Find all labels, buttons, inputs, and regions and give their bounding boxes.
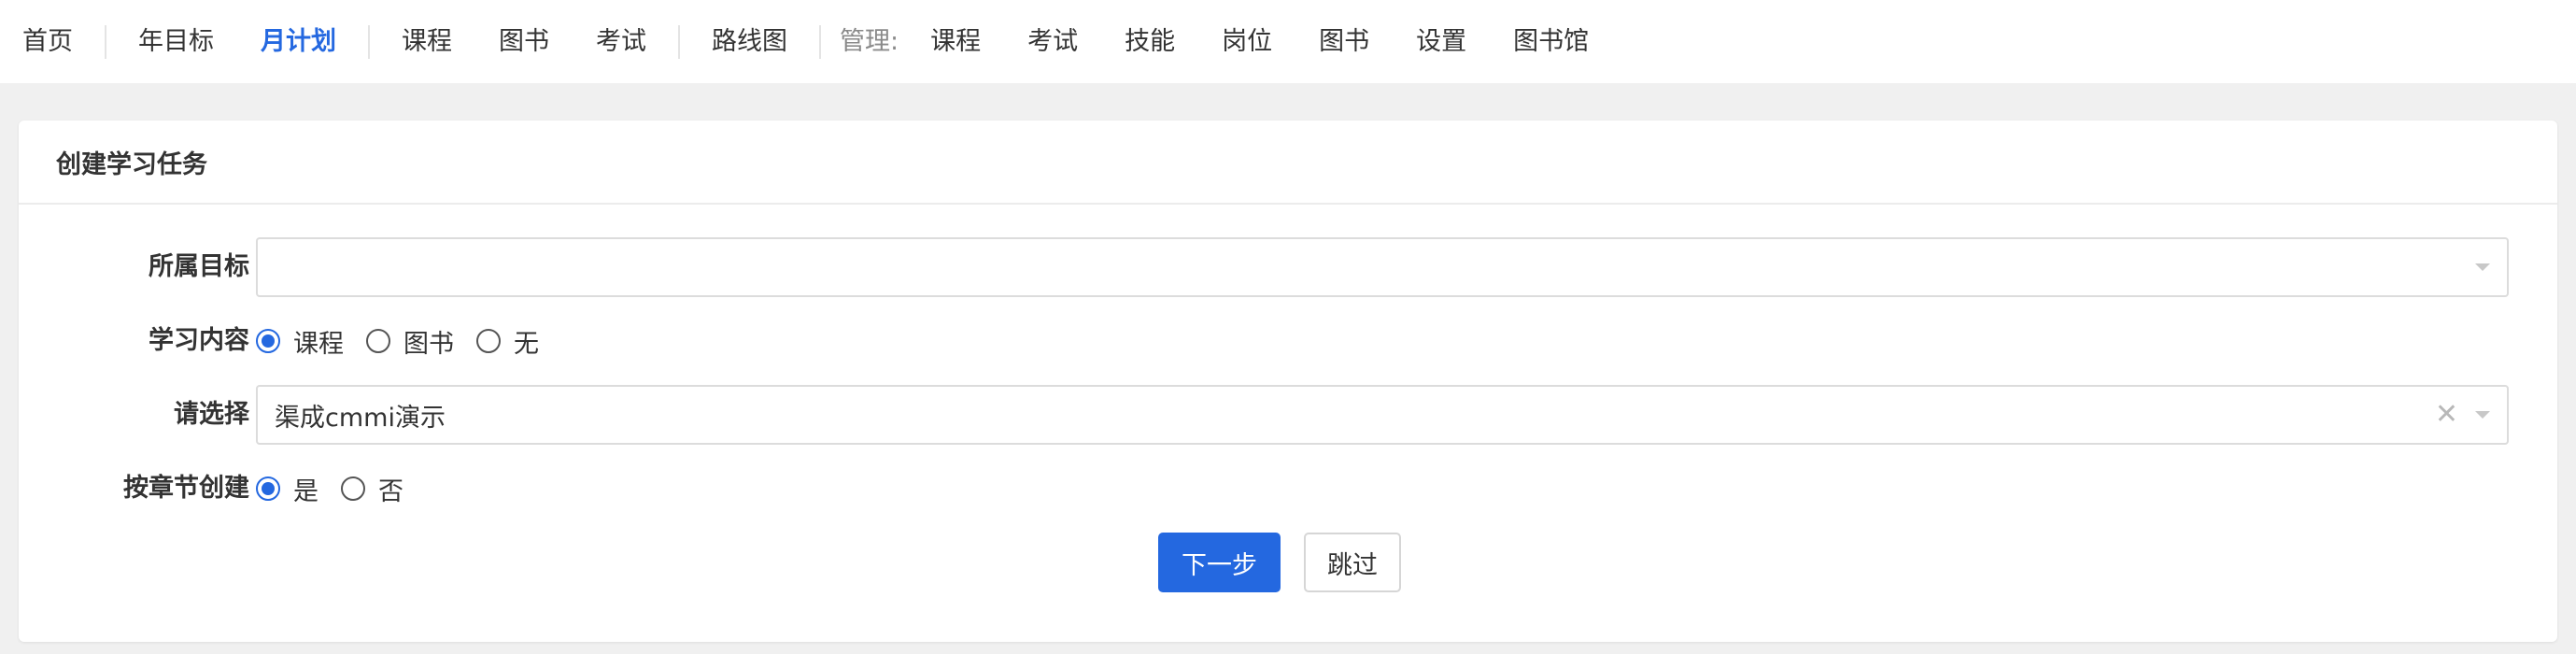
nav-exam[interactable]: 考试	[596, 23, 646, 61]
course-select-value: 渠成cmmi演示	[275, 403, 446, 433]
skip-button[interactable]: 跳过	[1304, 533, 1401, 592]
content-radio-book-label: 图书	[403, 329, 454, 359]
nav-month-plan[interactable]: 月计划	[261, 23, 336, 61]
content-radio-course-label: 课程	[293, 329, 344, 359]
nav-divider	[105, 24, 106, 59]
nav-divider	[819, 24, 821, 59]
chapter-radio-no[interactable]: 否	[341, 471, 403, 507]
chevron-down-icon	[2475, 411, 2490, 419]
content-radio-course[interactable]: 课程	[256, 323, 344, 360]
content-label: 学习内容	[149, 326, 249, 355]
content-radio-none[interactable]: 无	[476, 323, 539, 360]
chapter-radio-yes-label: 是	[293, 476, 318, 506]
nav-year-goal[interactable]: 年目标	[138, 23, 214, 61]
radio-unchecked-icon[interactable]	[476, 329, 501, 353]
chapter-radio-group: 是 否	[256, 470, 426, 507]
nav-manage-skill[interactable]: 技能	[1125, 23, 1175, 61]
nav-manage-book[interactable]: 图书	[1319, 23, 1369, 61]
chapter-radio-no-label: 否	[378, 476, 403, 506]
next-button[interactable]: 下一步	[1158, 533, 1281, 592]
nav-home[interactable]: 首页	[22, 23, 73, 61]
nav-manage-position[interactable]: 岗位	[1222, 23, 1272, 61]
nav-manage-course[interactable]: 课程	[930, 23, 981, 61]
radio-checked-icon[interactable]	[256, 476, 280, 501]
goal-label: 所属目标	[149, 252, 249, 281]
content-radio-group: 课程 图书 无	[256, 322, 561, 360]
nav-manage-library[interactable]: 图书馆	[1513, 23, 1589, 61]
radio-checked-icon[interactable]	[256, 329, 280, 353]
nav-manage-settings[interactable]: 设置	[1416, 23, 1466, 61]
clear-icon[interactable]: ✕	[2435, 401, 2458, 429]
top-nav: 首页 年目标 月计划 课程 图书 考试 路线图 管理: 课程 考试 技能 岗位 …	[0, 0, 2576, 83]
card-header: 创建学习任务	[19, 121, 2557, 205]
nav-divider	[368, 24, 370, 59]
nav-book[interactable]: 图书	[499, 23, 549, 61]
chapter-label: 按章节创建	[123, 474, 249, 503]
radio-unchecked-icon[interactable]	[366, 329, 390, 353]
chapter-radio-yes[interactable]: 是	[256, 471, 318, 507]
nav-manage-label: 管理:	[840, 26, 899, 56]
nav-roadmap[interactable]: 路线图	[712, 23, 787, 61]
content-radio-book[interactable]: 图书	[366, 323, 454, 360]
select-label: 请选择	[174, 400, 249, 429]
content-radio-none-label: 无	[514, 329, 539, 359]
nav-manage-exam[interactable]: 考试	[1027, 23, 1078, 61]
nav-divider	[678, 24, 680, 59]
nav-course[interactable]: 课程	[402, 23, 452, 61]
course-select[interactable]: 渠成cmmi演示 ✕	[256, 385, 2509, 445]
card-title: 创建学习任务	[56, 149, 207, 179]
create-task-card: 创建学习任务 所属目标 学习内容 课程 图书 无 请选择 渠成cmmi演示 ✕ …	[19, 121, 2557, 642]
goal-select[interactable]	[256, 237, 2509, 297]
radio-unchecked-icon[interactable]	[341, 476, 365, 501]
chevron-down-icon	[2475, 263, 2490, 271]
